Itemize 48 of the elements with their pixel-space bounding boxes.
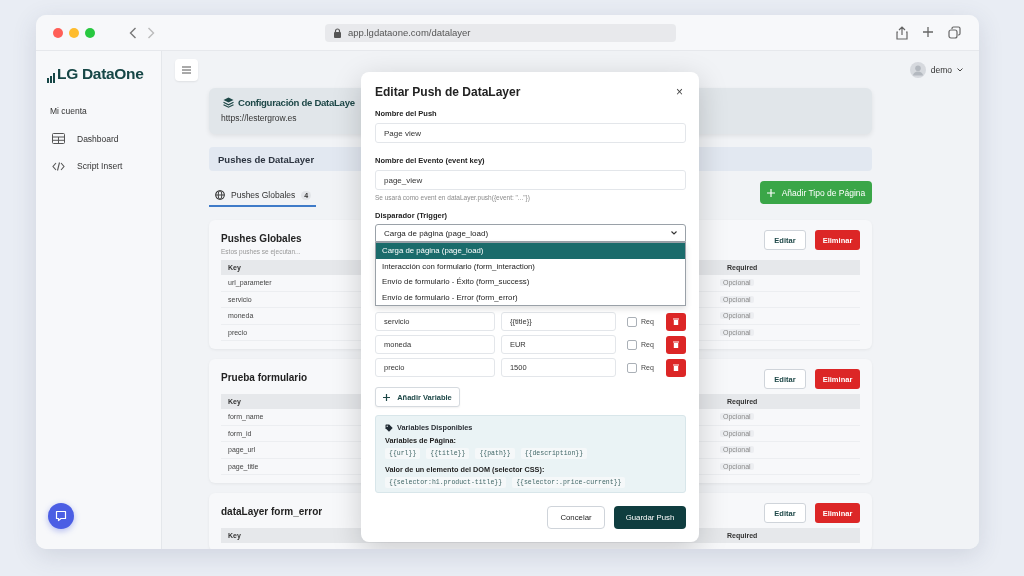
layers-icon bbox=[223, 97, 234, 108]
delete-variable-button[interactable] bbox=[666, 358, 686, 377]
card-title: dataLayer form_error bbox=[221, 506, 323, 517]
avatar-icon bbox=[909, 61, 926, 78]
card-title: Pushes Globales bbox=[221, 233, 302, 244]
chat-icon bbox=[55, 510, 67, 522]
plus-icon bbox=[766, 188, 775, 197]
tab-label: Pushes Globales bbox=[231, 190, 296, 200]
required-checkbox[interactable] bbox=[627, 362, 637, 373]
sidebar-item[interactable]: Script Insert bbox=[52, 161, 161, 171]
page-title: Configuración de DataLaye bbox=[238, 97, 355, 108]
dialog-title: Editar Push de DataLayer bbox=[375, 85, 521, 99]
sidebar-section-label: Mi cuenta bbox=[50, 106, 88, 116]
menu-button[interactable] bbox=[175, 58, 198, 81]
lock-icon bbox=[333, 27, 342, 38]
code-icon bbox=[52, 161, 65, 171]
plus-icon bbox=[383, 393, 391, 401]
share-icon[interactable] bbox=[896, 25, 908, 40]
address-bar[interactable]: app.lgdataone.com/datalayer bbox=[325, 23, 676, 42]
close-button[interactable]: × bbox=[676, 85, 683, 99]
delete-variable-button[interactable] bbox=[666, 312, 686, 331]
trash-icon bbox=[673, 318, 680, 325]
card-title: Prueba formulario bbox=[221, 372, 308, 383]
chevron-down-icon[interactable] bbox=[671, 231, 677, 235]
logo-icon bbox=[47, 72, 55, 83]
globe-icon bbox=[215, 190, 225, 200]
required-checkbox[interactable] bbox=[627, 339, 637, 350]
chevron-down-icon bbox=[957, 67, 963, 72]
site-url: https://lestergrow.es bbox=[221, 113, 297, 123]
trash-icon bbox=[673, 364, 680, 371]
trash-icon bbox=[673, 341, 680, 348]
menu-icon bbox=[182, 65, 191, 74]
delete-variable-button[interactable] bbox=[666, 335, 686, 354]
back-icon[interactable] bbox=[129, 26, 137, 39]
chat-button[interactable] bbox=[48, 503, 74, 529]
required-checkbox[interactable] bbox=[627, 316, 637, 327]
tabs-icon[interactable] bbox=[948, 25, 961, 39]
user-menu[interactable]: demo bbox=[909, 61, 963, 78]
event-key-field[interactable]: page_view bbox=[375, 170, 686, 190]
push-name-field[interactable]: Page view bbox=[375, 123, 686, 143]
sidebar-item[interactable]: Dashboard bbox=[52, 133, 161, 144]
table-icon bbox=[52, 133, 65, 144]
close-window-button[interactable] bbox=[53, 27, 63, 38]
maximize-window-button[interactable] bbox=[85, 27, 95, 38]
trigger-select[interactable]: Carga de página (page_load) bbox=[384, 228, 489, 238]
plus-icon[interactable] bbox=[922, 25, 934, 38]
app-logo-text: LG DataOne bbox=[57, 65, 144, 83]
tag-icon bbox=[385, 423, 393, 432]
